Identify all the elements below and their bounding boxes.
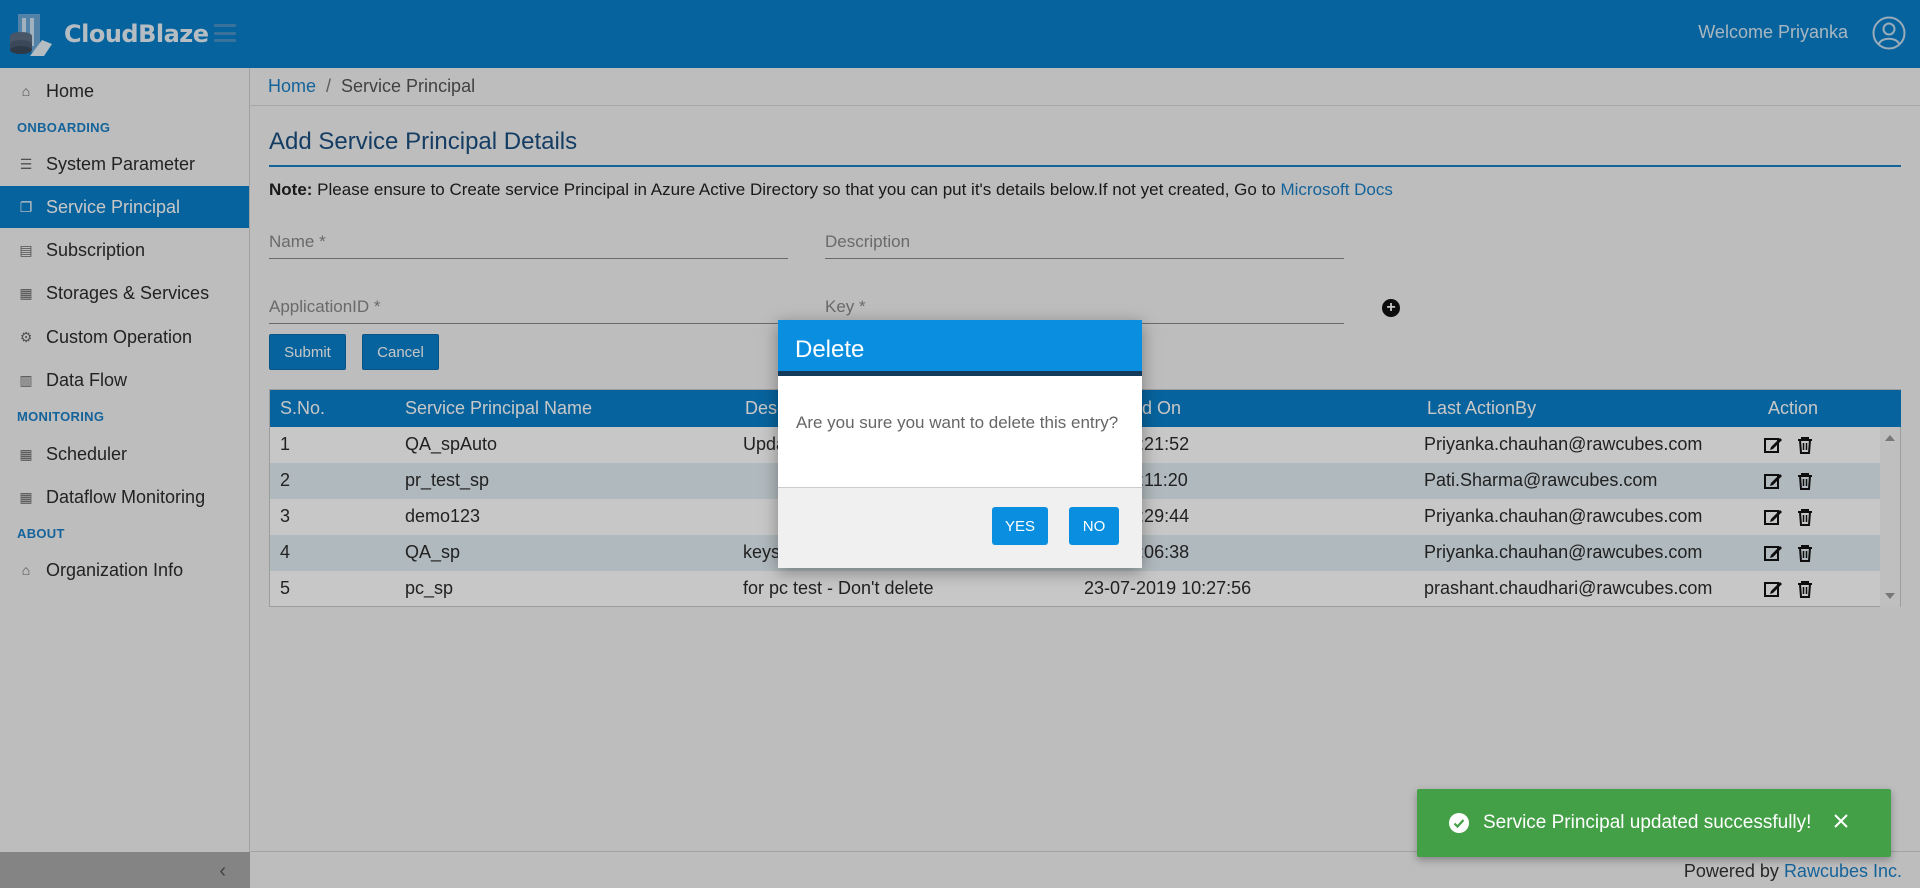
toast-message: Service Principal updated successfully! [1483, 812, 1812, 833]
dialog-footer: YES NO [778, 488, 1142, 568]
yes-button[interactable]: YES [992, 507, 1048, 545]
success-toast: Service Principal updated successfully! [1417, 789, 1891, 857]
delete-confirm-dialog: Delete Are you sure you want to delete t… [778, 320, 1142, 568]
no-button[interactable]: NO [1069, 507, 1119, 545]
close-icon[interactable] [1831, 811, 1851, 831]
dialog-message: Are you sure you want to delete this ent… [778, 376, 1142, 488]
check-circle-icon [1449, 813, 1469, 833]
dialog-title: Delete [778, 320, 1142, 376]
